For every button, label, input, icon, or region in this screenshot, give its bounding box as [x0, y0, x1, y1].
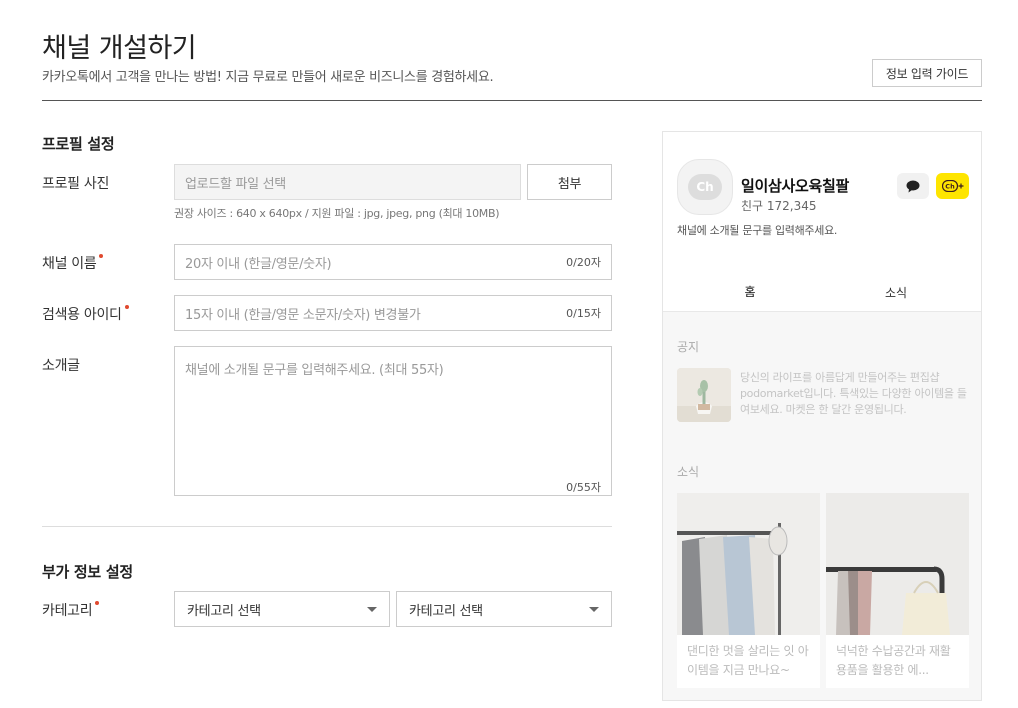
preview-news-card-image	[677, 493, 820, 635]
page-subtitle: 카카오톡에서 고객을 만나는 방법! 지금 무료로 만들어 새로운 비즈니스를 …	[42, 70, 494, 85]
chevron-down-icon	[589, 606, 599, 612]
speech-bubble-icon	[906, 180, 920, 192]
svg-text:Ch: Ch	[945, 183, 955, 191]
required-indicator	[99, 254, 104, 258]
preview-friend-count: 친구 172,345	[741, 199, 817, 213]
intro-counter: 0/55자	[566, 481, 601, 494]
preview-news-card-text: 댄디한 멋을 살리는 잇 아이템을 지금 만나요~	[687, 644, 809, 677]
preview-channel-name: 일이삼사오육칠팔	[741, 177, 850, 195]
preview-profile-header: Ch 일이삼사오육칠팔 친구 172,345 Ch 채널에 소개될 문구를 입력…	[663, 132, 981, 312]
channel-name-label: 채널 이름	[42, 253, 104, 273]
profile-photo-hint: 권장 사이즈 : 640 x 640px / 지원 파일 : jpg, jpeg…	[174, 207, 500, 220]
profile-section-title: 프로필 설정	[42, 135, 115, 153]
channel-name-counter: 0/20자	[566, 256, 601, 269]
preview-add-channel-button[interactable]: Ch	[936, 173, 969, 199]
category-select-primary[interactable]: 카테고리 선택	[174, 591, 390, 627]
attach-button[interactable]: 첨부	[527, 164, 612, 200]
intro-placeholder: 채널에 소개될 문구를 입력해주세요. (최대 55자)	[185, 363, 444, 378]
input-guide-button[interactable]: 정보 입력 가이드	[872, 59, 982, 87]
chevron-down-icon	[367, 606, 377, 612]
page-title: 채널 개설하기	[42, 33, 197, 64]
search-id-placeholder: 15자 이내 (한글/영문 소문자/숫자) 변경불가	[185, 307, 421, 323]
preview-news-card-image	[826, 493, 969, 635]
required-indicator	[124, 305, 129, 309]
profile-photo-label: 프로필 사진	[42, 176, 110, 192]
category-select-secondary[interactable]: 카테고리 선택	[396, 591, 612, 627]
preview-news-card-text: 넉넉한 수납공간과 재활용품을 활용한 에...	[836, 644, 951, 677]
preview-description: 채널에 소개될 문구를 입력해주세요.	[677, 224, 838, 237]
channel-preview-panel: Ch 일이삼사오육칠팔 친구 172,345 Ch 채널에 소개될 문구를 입력…	[662, 131, 982, 701]
channel-name-input[interactable]: 20자 이내 (한글/영문/숫자) 0/20자	[174, 244, 612, 280]
preview-tab-home[interactable]: 홈	[677, 272, 823, 312]
search-id-counter: 0/15자	[566, 307, 601, 320]
required-indicator	[95, 601, 100, 605]
channel-name-placeholder: 20자 이내 (한글/영문/숫자)	[185, 256, 332, 272]
preview-news-label: 소식	[677, 465, 700, 479]
search-id-label: 검색용 아이디	[42, 304, 129, 324]
intro-label: 소개글	[42, 358, 80, 374]
profile-photo-file-field[interactable]: 업로드할 파일 선택	[174, 164, 521, 200]
intro-textarea[interactable]: 채널에 소개될 문구를 입력해주세요. (최대 55자) 0/55자	[174, 346, 612, 496]
header-divider	[42, 100, 982, 101]
section-divider	[42, 526, 612, 527]
extra-section-title: 부가 정보 설정	[42, 563, 133, 581]
preview-notice-thumbnail	[677, 368, 731, 422]
preview-news-card[interactable]: 넉넉한 수납공간과 재활용품을 활용한 에...	[826, 493, 969, 688]
preview-tab-news[interactable]: 소식	[823, 272, 969, 312]
channel-add-icon: Ch	[941, 180, 963, 192]
channel-logo-icon: Ch	[688, 174, 722, 200]
preview-news-card[interactable]: 댄디한 멋을 살리는 잇 아이템을 지금 만나요~	[677, 493, 820, 688]
preview-avatar: Ch	[677, 159, 733, 215]
preview-notice-label: 공지	[677, 340, 700, 354]
preview-notice-text: 당신의 라이프를 아름답게 만들어주는 편집샵 podomarket입니다. 특…	[740, 371, 967, 416]
category-select-primary-value: 카테고리 선택	[187, 603, 261, 619]
category-select-secondary-value: 카테고리 선택	[409, 603, 483, 619]
category-label: 카테고리	[42, 600, 100, 620]
preview-home-content: 공지 당신의 라이프를 아름답게 만들어주는 편집샵 podomarket입니다…	[663, 312, 981, 700]
search-id-input[interactable]: 15자 이내 (한글/영문 소문자/숫자) 변경불가 0/15자	[174, 295, 612, 331]
preview-chat-button[interactable]	[897, 173, 929, 199]
profile-photo-placeholder: 업로드할 파일 선택	[185, 176, 286, 192]
